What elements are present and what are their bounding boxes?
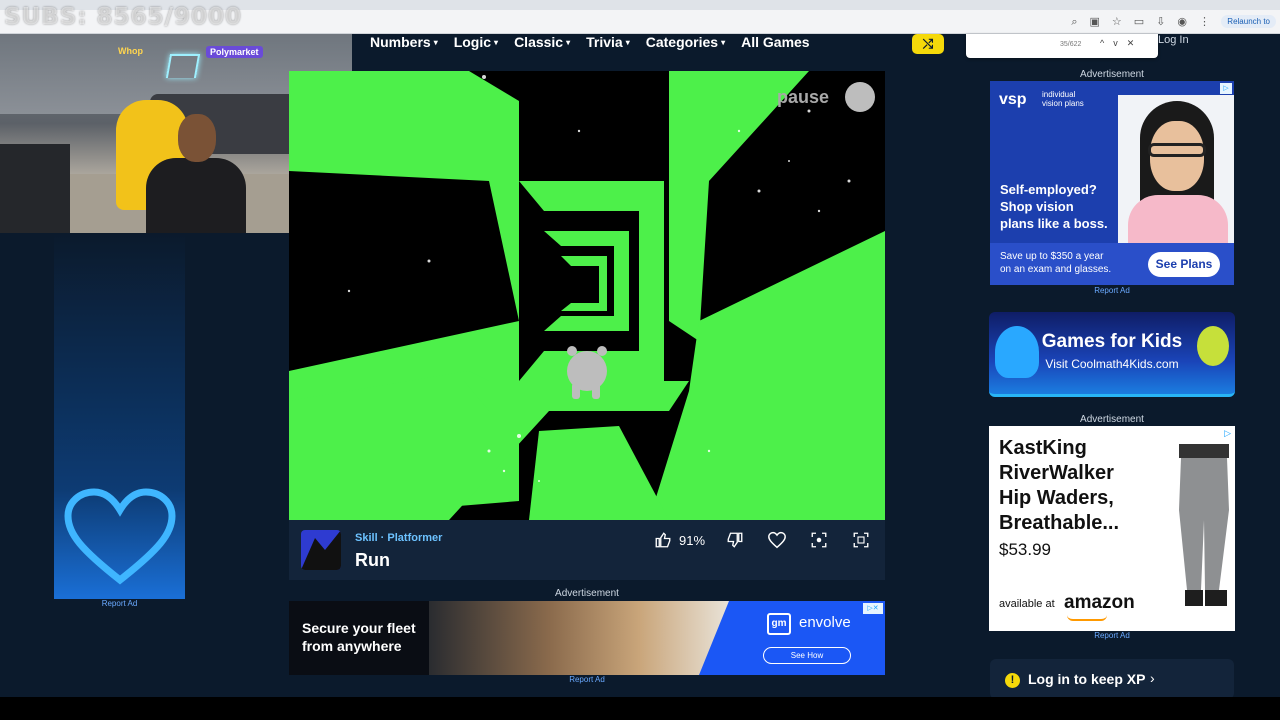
zoom-icon[interactable]: ⌕	[1071, 15, 1077, 29]
login-xp-label: Log in to keep XP	[1028, 671, 1146, 687]
browser-toolbar-icons: ⌕ ▣ ☆ ▭ ⇩ ◉ ⋮	[1071, 15, 1210, 29]
nav-item-label: Numbers	[370, 34, 431, 50]
amazon-logo: amazon	[1064, 592, 1135, 613]
vsp-logo: vsp	[999, 91, 1027, 108]
extension-icon[interactable]: ▣	[1089, 15, 1099, 29]
nav-item-label: Trivia	[586, 34, 623, 50]
sidebar-icon[interactable]: ▭	[1134, 15, 1144, 29]
chevron-down-icon: ▾	[566, 37, 571, 47]
pause-button[interactable]	[845, 82, 875, 112]
vsp-ad[interactable]: vsp individual vision plans Self-employe…	[990, 81, 1234, 285]
login-xp-banner[interactable]: ! Log in to keep XP ›	[990, 659, 1234, 699]
thumbs-down-icon[interactable]	[725, 530, 745, 550]
kastking-ad[interactable]: KastKing RiverWalker Hip Waders, Breatha…	[989, 426, 1235, 631]
advertisement-label: Advertisement	[555, 588, 619, 599]
game-category-link[interactable]: Skill · Platformer	[355, 532, 442, 544]
nav-item-numbers[interactable]: Numbers ▾	[370, 34, 438, 50]
vsp-logo-sub: individual vision plans	[1042, 90, 1084, 108]
fullscreen-icon[interactable]	[851, 530, 871, 550]
nav-item-logic[interactable]: Logic ▾	[454, 34, 498, 50]
menu-icon[interactable]: ⋮	[1199, 15, 1210, 29]
report-ad-link[interactable]: Report Ad	[990, 631, 1234, 640]
vsp-offer: Save up to $350 a year on an exam and gl…	[1000, 251, 1112, 275]
ad-brand: envolve	[799, 614, 851, 631]
subs-counter-overlay: SUBS: 8565/9000	[4, 4, 242, 30]
left-sidebar-ad[interactable]	[54, 233, 185, 599]
find-match-count: 35/622	[1060, 41, 1082, 48]
screenshot-icon[interactable]	[809, 530, 829, 550]
report-ad-link[interactable]: Report Ad	[54, 599, 185, 608]
coolmath4kids-promo[interactable]: Games for Kids Visit Coolmath4Kids.com	[989, 312, 1235, 397]
heart-favorite-icon[interactable]	[767, 530, 787, 550]
see-how-button[interactable]: See How	[763, 647, 851, 664]
tunnel-graphic	[289, 71, 885, 520]
nav-item-label: All Games	[741, 34, 810, 50]
adchoices-icon[interactable]: ▷	[1224, 428, 1231, 439]
kastking-headline: KastKing RiverWalker Hip Waders, Breatha…	[999, 437, 1120, 534]
ad-model-photo	[1118, 95, 1234, 243]
adchoices-icon[interactable]: ▷✕	[863, 603, 883, 614]
see-plans-button[interactable]: See Plans	[1148, 252, 1220, 277]
waders-product-image	[1179, 444, 1229, 606]
chevron-down-icon: ▾	[625, 37, 630, 47]
promo-subtitle: Visit Coolmath4Kids.com	[1045, 357, 1179, 371]
star-icon[interactable]: ☆	[1112, 15, 1122, 29]
game-thumbnail[interactable]	[301, 530, 341, 570]
find-prev-button[interactable]: ^	[1100, 38, 1104, 49]
availability-label: available at	[999, 598, 1055, 610]
thumbs-up-icon[interactable]	[653, 530, 673, 550]
site-nav: Numbers ▾ Logic ▾ Classic ▾ Trivia ▾ Categories ▾…	[352, 34, 1280, 58]
promo-title: Games for Kids	[1041, 331, 1183, 352]
find-in-page-bar: 35/622 ^ v ✕	[966, 34, 1158, 58]
chevron-down-icon: ▾	[494, 37, 499, 47]
nav-item-trivia[interactable]: Trivia ▾	[586, 34, 630, 50]
nav-item-label: Logic	[453, 34, 492, 50]
taskbar	[0, 697, 1280, 720]
nav-item-categories[interactable]: Categories ▾	[646, 34, 725, 50]
nav-item-label: Categories	[645, 34, 719, 50]
find-next-button[interactable]: v	[1113, 38, 1118, 49]
random-game-button[interactable]: ⤭	[912, 34, 944, 54]
report-ad-link[interactable]: Report Ad	[990, 286, 1234, 295]
streamer	[146, 114, 246, 233]
game-canvas[interactable]: pause	[289, 71, 885, 520]
find-close-button[interactable]: ✕	[1127, 38, 1135, 49]
neon-sign	[165, 54, 201, 78]
relaunch-button[interactable]: Relaunch to	[1221, 15, 1276, 28]
adchoices-icon[interactable]: ▷	[1220, 83, 1232, 94]
alert-icon: !	[1005, 673, 1020, 688]
download-icon[interactable]: ⇩	[1156, 15, 1165, 29]
nav-item-classic[interactable]: Classic ▾	[514, 34, 570, 50]
product-price: $53.99	[999, 540, 1051, 559]
game-info-bar: Skill · Platformer Run 91%	[289, 520, 885, 580]
chevron-down-icon: ▾	[721, 37, 726, 47]
gm-logo: gm	[767, 613, 791, 635]
webcam-sponsor-logo: Whop	[118, 46, 143, 56]
advertisement-label: Advertisement	[1080, 69, 1144, 80]
nav-item-label: Classic	[514, 34, 564, 50]
pause-label: pause	[777, 87, 830, 107]
nav-item-all-games[interactable]: All Games	[741, 34, 809, 50]
like-percentage: 91%	[679, 532, 706, 548]
advertisement-label: Advertisement	[1080, 414, 1144, 425]
vsp-headline: Self-employed? Shop vision plans like a …	[1000, 182, 1108, 231]
chevron-right-icon: ›	[1150, 670, 1155, 686]
game-title: Run	[355, 550, 390, 570]
chevron-down-icon: ▾	[433, 37, 438, 47]
bottom-banner-ad[interactable]: Secure your fleet from anywhere gm envol…	[289, 601, 885, 675]
heart-icon	[64, 488, 176, 585]
report-ad-link[interactable]: Report Ad	[289, 675, 885, 684]
amazon-smile-icon	[1067, 615, 1107, 621]
profile-icon[interactable]: ◉	[1177, 15, 1187, 29]
login-link[interactable]: Log In	[1158, 34, 1189, 46]
webcam-sponsor-logo: Polymarket	[206, 46, 263, 58]
ad-photo	[429, 601, 729, 675]
ad-headline: Secure your fleet from anywhere	[302, 620, 416, 654]
office-chair	[0, 144, 70, 233]
